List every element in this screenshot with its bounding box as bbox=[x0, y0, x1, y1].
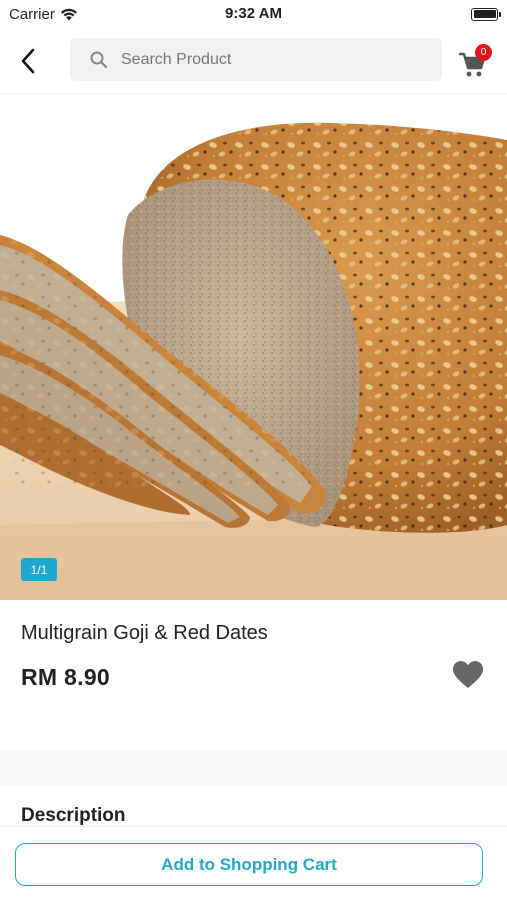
product-price: RM 8.90 bbox=[21, 664, 111, 690]
chevron-left-icon bbox=[21, 48, 35, 73]
cart-button[interactable]: 0 bbox=[458, 44, 498, 80]
description-heading: Description bbox=[21, 805, 126, 826]
battery-icon bbox=[471, 7, 501, 21]
nav-bar: 0 bbox=[0, 28, 507, 94]
heart-icon bbox=[453, 661, 483, 688]
back-button[interactable] bbox=[0, 36, 56, 86]
search-input[interactable] bbox=[121, 50, 411, 69]
add-to-cart-button[interactable]: Add to Shopping Cart bbox=[15, 843, 483, 886]
cart-count-badge: 0 bbox=[475, 44, 492, 61]
search-box[interactable] bbox=[70, 38, 442, 81]
wishlist-button[interactable] bbox=[452, 660, 488, 694]
status-bar: Carrier 9:32 AM bbox=[0, 0, 507, 28]
product-name: Multigrain Goji & Red Dates bbox=[21, 622, 268, 644]
section-divider bbox=[0, 750, 507, 786]
bread-photo bbox=[0, 95, 507, 600]
status-time: 9:32 AM bbox=[225, 5, 282, 22]
bottom-action-bar: Add to Shopping Cart bbox=[0, 826, 507, 900]
battery-level bbox=[473, 10, 496, 18]
image-counter: 1/1 bbox=[21, 558, 57, 581]
product-image[interactable]: 1/1 bbox=[0, 95, 507, 600]
search-icon bbox=[90, 51, 108, 68]
